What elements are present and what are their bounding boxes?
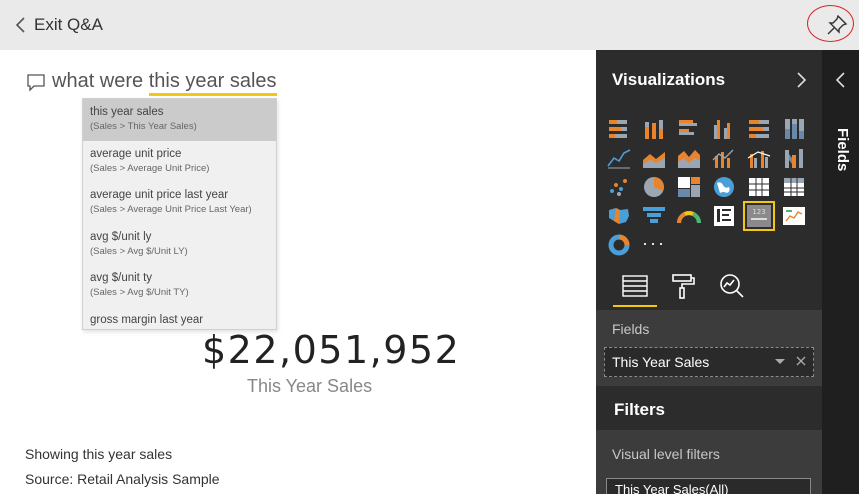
pin-icon [827, 14, 848, 35]
funnel-icon[interactable] [641, 204, 667, 228]
field-well[interactable]: This Year Sales [604, 347, 814, 377]
ribbon-chart-icon[interactable] [781, 146, 807, 170]
stacked-area-chart-icon[interactable] [676, 146, 702, 170]
card-visual-icon[interactable]: 123 [743, 201, 775, 231]
pie-chart-icon[interactable] [641, 175, 667, 199]
close-icon[interactable] [793, 352, 809, 370]
gauge-icon[interactable] [676, 204, 702, 228]
chevron-left-icon[interactable] [834, 71, 848, 89]
suggestion-path: (Sales > Average Unit Price Last Year) [90, 204, 252, 215]
fields-pane-toggle[interactable]: Fields [831, 128, 853, 188]
chevron-right-icon[interactable] [794, 71, 808, 89]
stacked-column-chart-icon[interactable] [641, 117, 667, 141]
qa-question-text: what were [52, 70, 149, 92]
more-visuals-button[interactable]: ··· [642, 233, 666, 254]
treemap-icon[interactable] [676, 175, 702, 199]
fields-pane-label: Fields [834, 128, 851, 172]
suggestion-path: (Sales > This Year Sales) [90, 121, 197, 132]
exit-qa-button[interactable]: Exit Q&A [14, 12, 103, 38]
fields-label: Fields [612, 321, 650, 337]
suggestion-item[interactable]: avg $/unit ty (Sales > Avg $/Unit TY) [83, 265, 276, 307]
line-chart-icon[interactable] [606, 146, 632, 170]
suggestion-item[interactable]: this year sales (Sales > This Year Sales… [83, 99, 276, 141]
suggestion-title: gross margin last year [90, 313, 204, 326]
visualizations-pane: Visualizations 123 ··· Fields This Year … [596, 50, 822, 494]
clustered-bar-chart-icon[interactable] [676, 117, 702, 141]
qa-suggestions-dropdown: this year sales (Sales > This Year Sales… [82, 98, 277, 330]
paint-roller-icon [672, 274, 695, 299]
tab-format[interactable] [667, 271, 699, 301]
source-text: Source: Retail Analysis Sample [25, 471, 220, 487]
suggestion-title: avg $/unit ty [90, 272, 153, 284]
fields-section: Fields This Year Sales [596, 310, 822, 386]
filters-header: Filters [596, 386, 822, 430]
chevron-down-icon[interactable] [775, 359, 785, 364]
kpi-icon[interactable] [781, 204, 807, 228]
matrix-icon[interactable] [781, 175, 807, 199]
suggestion-path: (Sales > Avg $/Unit TY) [90, 287, 189, 298]
filter-chip-label: This Year Sales(All) [615, 482, 729, 494]
card-label: This Year Sales [247, 376, 373, 396]
chevron-left-icon [15, 17, 25, 33]
100-stacked-bar-chart-icon[interactable] [746, 117, 772, 141]
fields-pane-collapsed: Fields [822, 50, 859, 494]
qa-question-highlight: this year sales [148, 70, 277, 96]
suggestion-title: average unit price [90, 147, 182, 160]
pane-tabs [596, 265, 822, 310]
visualization-icon-grid: 123 ··· [596, 109, 822, 265]
scatter-chart-icon[interactable] [606, 175, 632, 199]
line-and-clustered-column-icon[interactable] [746, 146, 772, 170]
suggestion-item[interactable]: average unit price (Sales > Average Unit… [83, 141, 276, 183]
filter-chip[interactable]: This Year Sales(All) [606, 478, 811, 494]
table-icon[interactable] [746, 175, 772, 199]
tab-analytics[interactable] [716, 271, 748, 301]
donut-chart-icon[interactable] [606, 233, 632, 257]
suggestion-item[interactable]: avg $/unit ly (Sales > Avg $/Unit LY) [83, 224, 276, 266]
100-stacked-column-chart-icon[interactable] [781, 117, 807, 141]
tab-fields[interactable] [613, 271, 657, 307]
showing-text: Showing this year sales [25, 446, 173, 462]
field-well-value: This Year Sales [612, 354, 710, 370]
visualizations-title: Visualizations [612, 70, 726, 89]
area-chart-icon[interactable] [641, 146, 667, 170]
filters-title: Filters [614, 400, 666, 419]
visual-level-filters: Visual level filters This Year Sales(All… [596, 430, 822, 494]
line-and-stacked-column-icon[interactable] [711, 146, 737, 170]
stacked-bar-chart-icon[interactable] [606, 117, 632, 141]
fields-well-icon [622, 275, 648, 297]
speech-bubble-icon [27, 73, 45, 92]
suggestion-path: (Sales > Avg $/Unit LY) [90, 245, 188, 257]
clustered-column-chart-icon[interactable] [711, 117, 737, 141]
suggestion-item[interactable]: average unit price last year (Sales > Av… [83, 182, 276, 224]
suggestion-title: avg $/unit ly [90, 230, 152, 243]
qa-question-input[interactable]: what were this year sales [52, 70, 277, 96]
filled-map-icon[interactable] [606, 204, 632, 228]
qa-question-row: what were this year sales [26, 70, 277, 96]
pin-visual-button[interactable] [824, 12, 850, 38]
svg-text:123: 123 [752, 208, 765, 216]
multi-row-card-icon[interactable] [711, 204, 737, 228]
map-icon[interactable] [711, 175, 737, 199]
card-value: $22,051,952 [202, 328, 461, 372]
visual-filters-label: Visual level filters [612, 446, 720, 462]
suggestion-path: (Sales > Average Unit Price) [90, 162, 210, 174]
exit-qa-label: Exit Q&A [34, 15, 103, 34]
visualizations-header: Visualizations [596, 50, 822, 109]
top-bar: Exit Q&A [0, 0, 859, 50]
analytics-magnifier-icon [720, 274, 744, 298]
suggestion-title: this year sales [90, 106, 164, 118]
suggestion-item[interactable]: gross margin last year [83, 307, 276, 330]
suggestion-title: average unit price last year [90, 189, 229, 201]
